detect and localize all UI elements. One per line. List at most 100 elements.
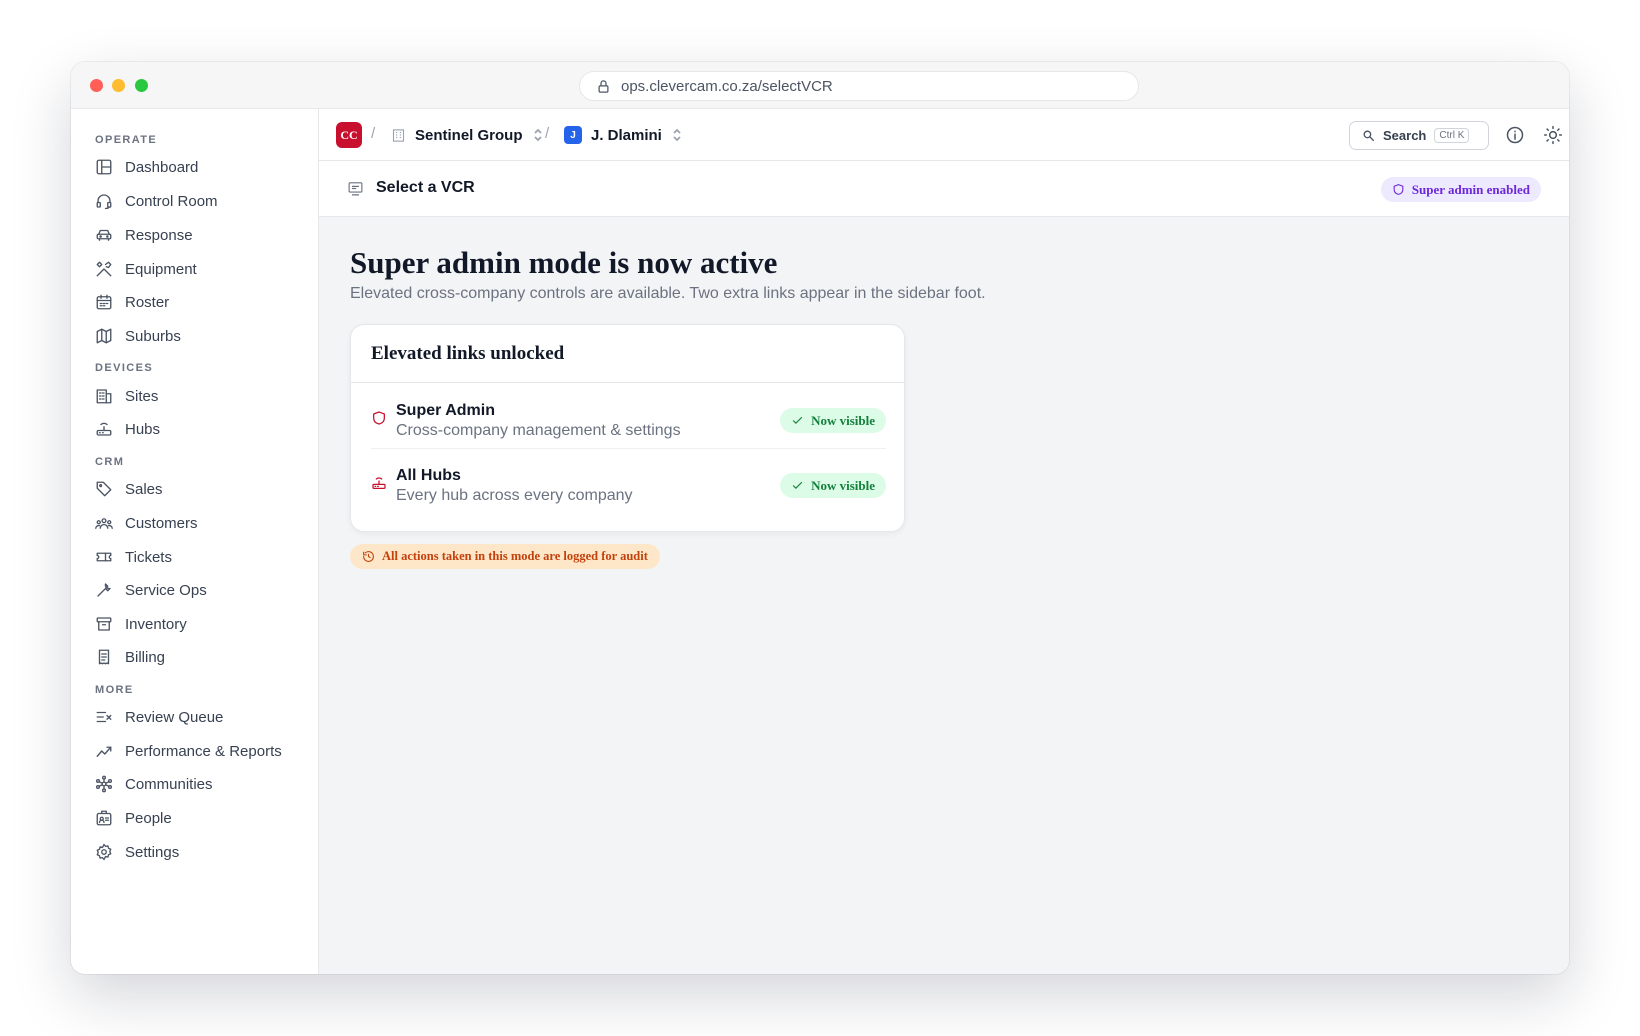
list-item: Super Admin Cross-company management & s… [371,385,886,449]
car-icon [96,229,112,241]
map-icon [96,328,112,344]
shield-icon [371,410,387,426]
building-icon [392,128,405,142]
search-button[interactable]: Search Ctrl K [1349,121,1489,150]
sidebar-item-label: Response [125,226,193,244]
page-title: Select a VCR [347,179,475,197]
sidebar-item-review-queue[interactable]: Review Queue [95,704,223,730]
main-subheading: Elevated cross-company controls are avai… [350,285,986,302]
sidebar-item-service-ops[interactable]: Service Ops [95,577,207,603]
sidebar-item-label: Suburbs [125,327,181,345]
sidebar-item-label: Hubs [125,420,161,438]
page-header: Select a VCR Super admin enabled [319,161,1569,217]
link-description: Cross-company management & settings [396,422,681,439]
sidebar-item-roster[interactable]: Roster [95,289,169,315]
status-badge: Now visible [780,473,886,498]
info-button[interactable] [1505,125,1525,145]
link-description: Every hub across every company [396,487,633,504]
sidebar-item-tickets[interactable]: Tickets [95,544,172,570]
sidebar-item-customers[interactable]: Customers [95,510,198,536]
address-bar[interactable]: ops.clevercam.co.za/selectVCR [579,71,1139,101]
page-title-text: Select a VCR [376,179,475,196]
search-icon [1363,130,1375,142]
sidebar-section-operate: OPERATE [95,134,158,146]
sidebar-item-label: Roster [125,293,170,311]
sidebar-item-sites[interactable]: Sites [95,383,158,409]
sidebar-item-hubs[interactable]: Hubs [95,416,160,442]
sidebar-item-label: Equipment [125,260,197,278]
building-icon [96,389,112,404]
info-icon [1506,126,1524,144]
tools-icon [96,261,112,277]
status-badge: Now visible [780,408,886,433]
users-icon [95,518,113,529]
sidebar-item-billing[interactable]: Billing [95,644,165,670]
audit-notice: All actions taken in this mode are logge… [350,544,660,569]
sidebar-item-inventory[interactable]: Inventory [95,611,187,637]
browser-window: ops.clevercam.co.za/selectVCR OPERATE Da… [71,62,1569,974]
sidebar-item-sales[interactable]: Sales [95,476,163,502]
window-close-button[interactable] [90,79,103,92]
user-initial-badge: J [564,126,582,144]
router-icon [371,475,387,491]
sidebar-item-equipment[interactable]: Equipment [95,256,197,282]
sidebar-item-performance-reports[interactable]: Performance & Reports [95,738,282,764]
calendar-icon [96,294,112,310]
sidebar-item-label: Service Ops [125,581,207,599]
list-check-icon [96,711,112,723]
sidebar-item-label: Performance & Reports [125,742,282,760]
sidebar-item-label: People [125,809,172,827]
chevron-up-down-icon [533,128,542,142]
status-badge-label: Now visible [811,412,875,428]
lock-icon [598,79,609,93]
window-minimize-button[interactable] [112,79,125,92]
dashboard-icon [96,159,112,175]
super-admin-badge: Super admin enabled [1380,177,1541,202]
sidebar-section-devices: DEVICES [95,362,154,374]
sidebar-item-dashboard[interactable]: Dashboard [95,154,198,180]
sidebar-item-label: Sites [125,387,159,405]
monitor-icon [348,181,363,195]
sidebar: OPERATE Dashboard Control Room Response … [71,109,319,974]
list-item: All Hubs Every hub across every company … [371,450,886,514]
shield-icon [1393,184,1404,195]
sidebar-section-crm: CRM [95,456,125,468]
main-content: Super admin mode is now active Elevated … [319,217,1569,974]
audit-notice-text: All actions taken in this mode are logge… [382,549,648,563]
sidebar-item-control-room[interactable]: Control Room [95,188,218,214]
sun-icon [1543,125,1563,145]
search-label: Search [1383,128,1427,143]
sidebar-item-label: Sales [125,480,163,498]
sidebar-item-people[interactable]: People [95,805,172,831]
card-header: Elevated links unlocked [351,325,904,383]
user-switcher[interactable]: J J. Dlamini [564,123,683,147]
sidebar-item-label: Communities [125,775,213,793]
search-shortcut: Ctrl K [1434,128,1470,143]
status-badge-label: Now visible [811,477,875,493]
sidebar-item-response[interactable]: Response [95,222,193,248]
receipt-icon [98,649,110,665]
card-title: Elevated links unlocked [371,343,565,364]
top-bar: CC / Sentinel Group / J J. Dlamini Searc… [319,109,1569,161]
sidebar-item-settings[interactable]: Settings [95,839,179,865]
company-switcher[interactable]: Sentinel Group [391,123,544,147]
tag-icon [96,481,112,497]
check-icon [792,481,803,490]
sidebar-item-label: Inventory [125,615,187,633]
network-icon [95,775,113,793]
sidebar-item-suburbs[interactable]: Suburbs [95,323,181,349]
router-icon [96,422,112,436]
sidebar-item-label: Billing [125,648,166,666]
url-text: ops.clevercam.co.za/selectVCR [621,77,833,95]
sidebar-item-label: Settings [125,843,180,861]
sidebar-item-label: Tickets [125,548,172,566]
sidebar-item-communities[interactable]: Communities [95,771,213,797]
sidebar-item-label: Customers [125,514,198,532]
window-maximize-button[interactable] [135,79,148,92]
theme-toggle-button[interactable] [1543,125,1563,145]
browser-chrome: ops.clevercam.co.za/selectVCR [71,62,1569,109]
chevron-up-down-icon [673,128,681,142]
company-logo[interactable]: CC [336,122,362,148]
ticket-icon [96,552,112,562]
breadcrumb-separator: / [545,125,550,142]
